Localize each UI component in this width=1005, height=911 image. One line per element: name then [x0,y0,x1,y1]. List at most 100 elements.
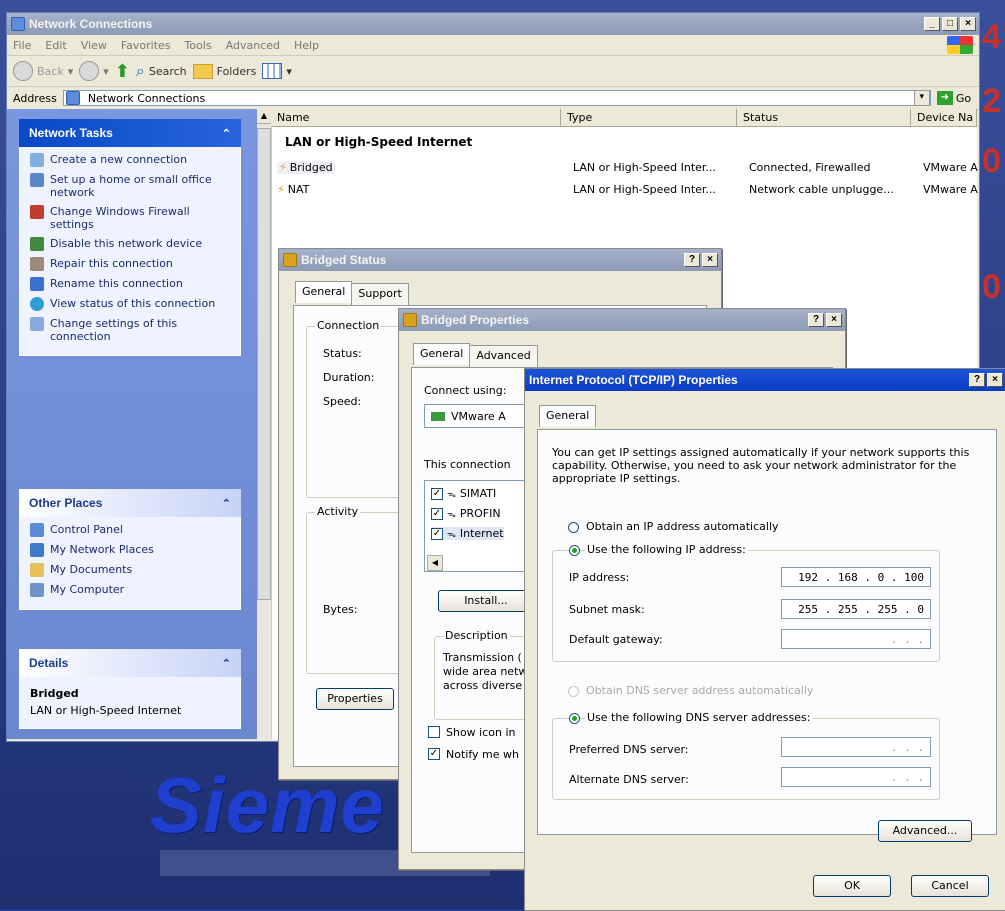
task-firewall-settings[interactable]: Change Windows Firewall settings [30,205,230,231]
place-my-computer[interactable]: My Computer [30,583,230,597]
task-view-status[interactable]: View status of this connection [30,297,230,311]
scroll-thumb[interactable] [257,128,271,600]
obtain-dns-radio[interactable] [568,686,579,697]
back-button[interactable]: Back ▾ [13,61,73,81]
properties-button[interactable]: Properties [316,688,394,710]
obtain-ip-radio[interactable] [568,522,579,533]
use-dns-radio[interactable] [569,713,580,724]
forward-button[interactable]: ▾ [79,61,109,81]
column-device[interactable]: Device Na [911,109,977,127]
task-disable-device[interactable]: Disable this network device [30,237,230,251]
views-button[interactable]: ▾ [262,63,292,79]
chevron-down-icon: ▾ [286,64,292,78]
protocol-icon: ᯓ [447,530,456,540]
table-row[interactable]: ⚡ Bridged LAN or High-Speed Inter... Conn… [277,159,978,177]
menu-tools[interactable]: Tools [185,39,212,52]
subnet-mask-input[interactable]: 255 . 255 . 255 . 0 [781,599,931,619]
place-network-places[interactable]: My Network Places [30,543,230,557]
speed-label: Speed: [323,395,362,408]
table-row[interactable]: ⚡ NAT LAN or High-Speed Inter... Network … [277,181,978,199]
details-header[interactable]: Details ⌃ [19,649,241,677]
tcpip-dialog-titlebar[interactable]: Internet Protocol (TCP/IP) Properties ? … [525,369,1005,391]
task-rename-connection[interactable]: Rename this connection [30,277,230,291]
folders-button[interactable]: Folders [192,63,256,79]
collapse-icon[interactable]: ⌃ [222,127,231,140]
ip-address-input[interactable]: 192 . 168 . 0 . 100 [781,567,931,587]
use-ip-radio[interactable] [569,545,580,556]
scroll-up-arrow-icon[interactable]: ▲ [257,109,271,124]
task-change-settings[interactable]: Change settings of this connection [30,317,230,343]
network-connections-icon [11,17,25,31]
components-list[interactable]: ✓ ᯓ SIMATI ✓ ᯓ PROFIN ✓ ᯓ Internet ◀ [424,480,534,572]
cancel-button[interactable]: Cancel [911,875,989,897]
component-label: Internet [459,527,504,540]
task-repair-connection[interactable]: Repair this connection [30,257,230,271]
column-status[interactable]: Status [737,109,911,127]
dns-server-group: Use the following DNS server addresses: … [552,711,940,800]
tab-general[interactable]: General [413,343,471,365]
collapse-icon[interactable]: ⌃ [222,497,231,510]
column-name[interactable]: Name [271,109,561,127]
close-button[interactable]: × [826,313,842,327]
menu-edit[interactable]: Edit [45,39,66,52]
collapse-icon[interactable]: ⌃ [222,657,231,670]
tab-support[interactable]: Support [351,283,409,305]
tab-general[interactable]: General [295,281,353,303]
advanced-button[interactable]: Advanced... [878,820,972,842]
preferred-dns-input[interactable]: . . . [781,737,931,757]
menu-help[interactable]: Help [294,39,319,52]
properties-dialog-titlebar[interactable]: Bridged Properties ? × [399,309,845,331]
close-button[interactable]: × [702,253,718,267]
menu-view[interactable]: View [81,39,107,52]
close-button[interactable]: × [987,373,1003,387]
menu-favorites[interactable]: Favorites [121,39,171,52]
new-connection-icon [30,153,44,167]
notify-checkbox[interactable]: ✓ [428,748,440,760]
close-button[interactable]: × [960,17,976,31]
task-create-connection[interactable]: Create a new connection [30,153,230,167]
chevron-down-icon[interactable]: ▾ [913,90,930,106]
place-control-panel[interactable]: Control Panel [30,523,230,537]
list-item[interactable]: ✓ ᯓ SIMATI [431,487,496,500]
alternate-dns-input[interactable]: . . . [781,767,931,787]
network-tasks-header[interactable]: Network Tasks ⌃ [19,119,241,147]
connect-using-label: Connect using: [424,384,507,397]
help-button[interactable]: ? [969,373,985,387]
checkbox[interactable]: ✓ [431,507,443,520]
component-label: PROFIN [459,507,501,520]
default-gateway-input[interactable]: . . . [781,629,931,649]
up-folder-button[interactable]: ⬆ [115,61,130,82]
scroll-left-arrow-icon[interactable]: ◀ [427,555,443,571]
vertical-scrollbar[interactable]: ▲ [257,109,272,739]
firewall-icon [30,205,44,219]
checkbox[interactable]: ✓ [431,527,443,540]
help-button[interactable]: ? [808,313,824,327]
menu-advanced[interactable]: Advanced [226,39,280,52]
install-button[interactable]: Install... [438,590,534,612]
task-home-network[interactable]: Set up a home or small office network [30,173,230,199]
tab-general[interactable]: General [539,405,597,427]
status-dialog-titlebar[interactable]: Bridged Status ? × [279,249,721,271]
checkbox[interactable]: ✓ [431,487,443,500]
tab-advanced[interactable]: Advanced [469,345,538,367]
tcpip-dialog-title: Internet Protocol (TCP/IP) Properties [529,373,738,387]
minimize-button[interactable]: _ [924,17,940,31]
list-item[interactable]: ✓ ᯓ PROFIN [431,507,501,520]
column-type[interactable]: Type [561,109,737,127]
maximize-button[interactable]: □ [942,17,958,31]
show-icon-checkbox[interactable] [428,726,440,738]
list-item[interactable]: ✓ ᯓ Internet [431,527,504,540]
menu-file[interactable]: File [13,39,31,52]
obtain-ip-label: Obtain an IP address automatically [586,520,779,533]
repair-icon [30,257,44,271]
search-button[interactable]: ⌕ Search [136,61,187,81]
ok-button[interactable]: OK [813,875,891,897]
go-button[interactable]: ➜ Go [936,91,971,105]
help-button[interactable]: ? [684,253,700,267]
protocol-icon: ᯓ [447,510,456,520]
place-my-documents[interactable]: My Documents [30,563,230,577]
address-input[interactable]: Network Connections ▾ [62,90,931,106]
task-label: View status of this connection [50,297,216,310]
other-places-header[interactable]: Other Places ⌃ [19,489,241,517]
explorer-titlebar[interactable]: Network Connections _ □ × [7,13,979,35]
